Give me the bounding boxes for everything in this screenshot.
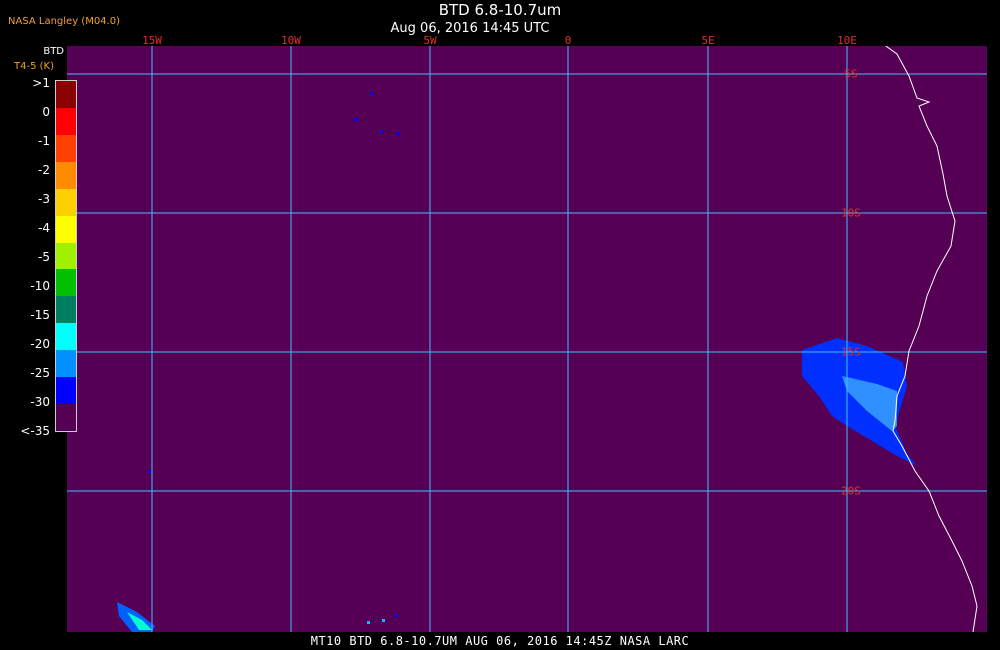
satellite-image xyxy=(67,0,987,633)
longitude-label: 10E xyxy=(837,34,857,47)
map-canvas xyxy=(67,0,987,633)
legend-title: BTD xyxy=(43,46,64,57)
btd-speck xyxy=(382,619,385,622)
colorbar-swatch xyxy=(56,377,76,405)
btd-speck xyxy=(148,470,151,473)
colorbar-swatch xyxy=(56,107,76,135)
longitude-label: 0 xyxy=(564,34,572,47)
colorbar-tick-label: -2 xyxy=(38,163,50,177)
colorbar-tick-label: -1 xyxy=(38,134,50,148)
btd-speck xyxy=(380,130,383,133)
colorbar-tick-label: -20 xyxy=(30,337,50,351)
btd-speck xyxy=(370,92,373,95)
colorbar-tick-label: -5 xyxy=(38,250,50,264)
longitude-label: 10W xyxy=(281,34,301,47)
latitude-label: 15S xyxy=(841,345,861,359)
coastline xyxy=(839,0,978,633)
colorbar-tick-label: >1 xyxy=(32,76,50,90)
colorbar-swatch xyxy=(56,215,76,243)
colorbar-swatch xyxy=(56,81,76,108)
colorbar-swatch xyxy=(56,323,76,351)
colorbar-tick-label: -30 xyxy=(30,395,50,409)
footer-caption: MT10 BTD 6.8-10.7UM AUG 06, 2016 14:45Z … xyxy=(310,634,690,648)
colorbar-swatch xyxy=(56,404,76,431)
colorbar-swatch xyxy=(56,161,76,189)
colorbar-tick-label: -15 xyxy=(30,308,50,322)
colorbar-tick-label: 0 xyxy=(42,105,50,119)
colorbar-tick-label: -3 xyxy=(38,192,50,206)
colorbar-swatch xyxy=(56,269,76,297)
longitude-label: 5E xyxy=(701,34,715,47)
colorbar-tick-label: -10 xyxy=(30,279,50,293)
colorbar-swatch xyxy=(56,242,76,270)
latitude-label: 5S xyxy=(844,67,858,81)
colorbar-swatch xyxy=(56,296,76,324)
colorbar-tick-label: -25 xyxy=(30,366,50,380)
timestamp-subtitle: Aug 06, 2016 14:45 UTC xyxy=(390,21,550,36)
colorbar-swatch xyxy=(56,350,76,378)
btd-speck xyxy=(367,621,370,624)
latitude-label: 10S xyxy=(841,206,861,220)
colorbar-swatch xyxy=(56,188,76,216)
latitude-label: 20S xyxy=(841,484,861,498)
colorbar xyxy=(55,80,77,432)
btd-speck xyxy=(397,132,400,135)
colorbar-tick-label: -4 xyxy=(38,221,50,235)
legend-unit: T4-5 (K) xyxy=(14,61,54,72)
colorbar-tick-label: <-35 xyxy=(20,424,50,438)
btd-speck xyxy=(354,118,358,121)
product-title: BTD 6.8-10.7um xyxy=(438,1,562,19)
btd-speck xyxy=(395,614,398,617)
longitude-label: 15W xyxy=(142,34,162,47)
longitude-label: 5W xyxy=(423,34,437,47)
colorbar-swatch xyxy=(56,134,76,162)
